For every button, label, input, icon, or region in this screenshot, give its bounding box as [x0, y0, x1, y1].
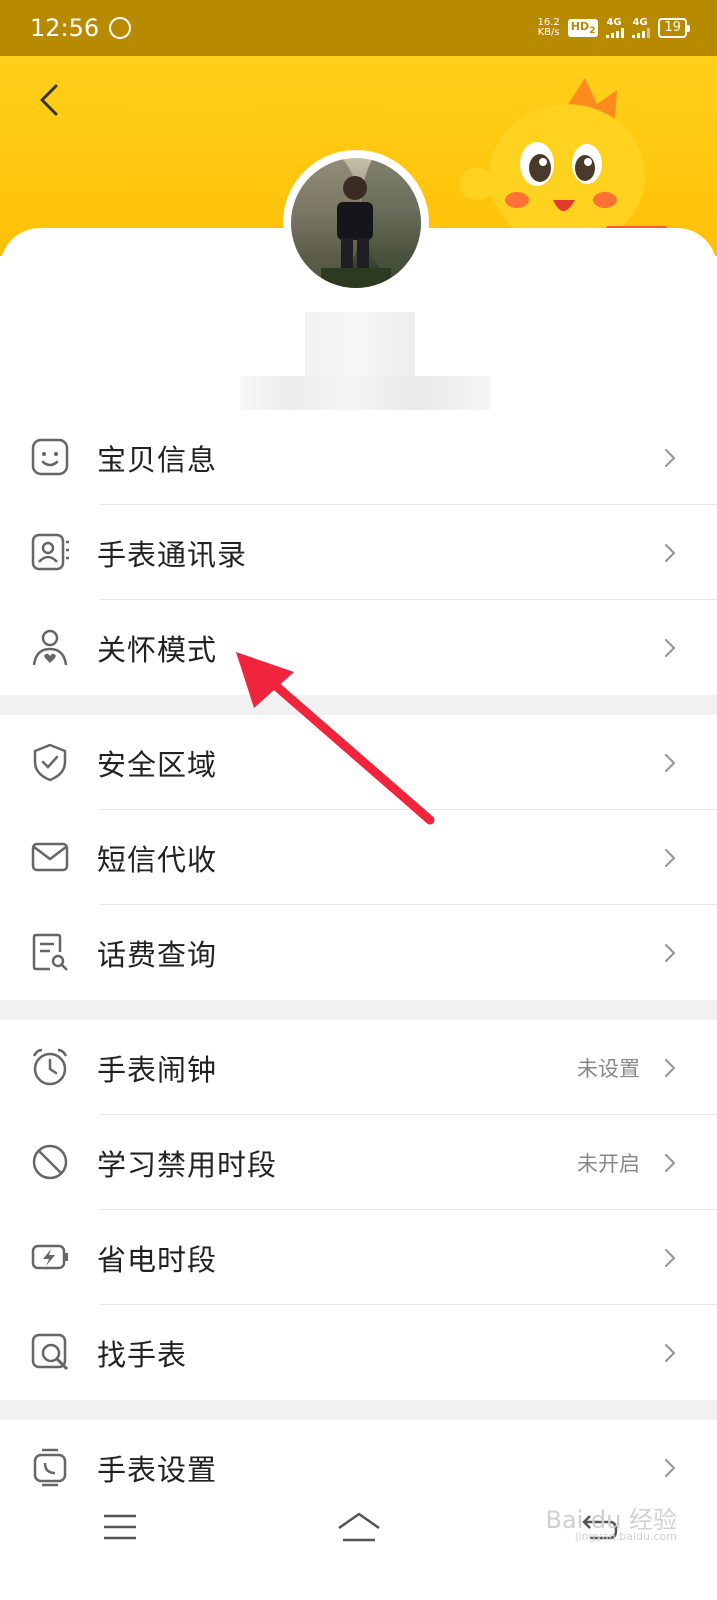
shield-check-icon [33, 743, 67, 782]
section-gap [0, 1000, 717, 1020]
menu-item-baby-info[interactable]: 宝贝信息 [0, 410, 717, 505]
menu-item-label: 省电时段 [97, 1242, 218, 1277]
status-time: 12:56 [30, 14, 100, 42]
avatar-photo [291, 158, 421, 288]
watch-settings-icon [33, 1448, 67, 1487]
menu-item-label: 安全区域 [97, 747, 218, 782]
menu-item-watch-alarm[interactable]: 手表闹钟 未设置 [0, 1020, 717, 1115]
prohibited-icon [32, 1144, 68, 1180]
menu-item-label: 宝贝信息 [97, 442, 218, 477]
contact-card-icon [31, 533, 69, 571]
chevron-right-icon [664, 543, 676, 563]
menu-item-label: 找手表 [97, 1337, 188, 1372]
status-bar: 12:56 16.2 KB/s HD2 4G 4G 19 [0, 0, 717, 56]
menu-group-profile: 宝贝信息 手表通讯录 关怀模式 [0, 410, 717, 695]
notification-face-icon [109, 17, 132, 39]
signal-bars-icon [632, 28, 651, 38]
menu-group-watch-time: 手表闹钟 未设置 学习禁用时段 未开启 省电时段 找手表 [0, 1020, 717, 1400]
menu-item-value: 未开启 [577, 1151, 640, 1176]
section-gap [0, 1400, 717, 1420]
network-speed-unit: KB/s [537, 27, 560, 38]
chevron-right-icon [664, 848, 676, 868]
chevron-right-icon [664, 1343, 676, 1363]
chevron-right-icon [664, 638, 676, 658]
signal-1-label: 4G [606, 17, 622, 28]
care-person-icon [32, 629, 68, 666]
menu-item-label: 手表设置 [97, 1452, 218, 1487]
chevron-right-icon [664, 1153, 676, 1173]
menu-item-bill-query[interactable]: 话费查询 [0, 905, 717, 1000]
menu-item-label: 关怀模式 [97, 632, 218, 667]
home-icon[interactable] [329, 1502, 389, 1552]
menu-item-watch-contacts[interactable]: 手表通讯录 [0, 505, 717, 600]
bill-search-icon [32, 933, 68, 971]
menu-item-find-watch[interactable]: 找手表 [0, 1305, 717, 1400]
battery-saver-icon [31, 1244, 68, 1270]
menu-item-safe-zone[interactable]: 安全区域 [0, 715, 717, 810]
baidu-watermark: Bai du 经验 jingyan.baidu.com [545, 1500, 677, 1543]
battery-indicator: 19 [658, 18, 690, 38]
signal-2: 4G [632, 17, 651, 38]
chevron-right-icon [664, 753, 676, 773]
child-avatar[interactable] [283, 150, 429, 296]
network-speed: 16.2 KB/s [537, 18, 559, 38]
watermark-sub: jingyan.baidu.com [575, 1530, 677, 1543]
menu-item-study-ban[interactable]: 学习禁用时段 未开启 [0, 1115, 717, 1210]
signal-2-label: 4G [632, 17, 648, 28]
chevron-right-icon [664, 943, 676, 963]
menu-item-label: 学习禁用时段 [97, 1147, 278, 1182]
menu-item-sms-proxy[interactable]: 短信代收 [0, 810, 717, 905]
menu-item-care-mode[interactable]: 关怀模式 [0, 600, 717, 695]
chevron-right-icon [664, 1248, 676, 1268]
status-indicators: 16.2 KB/s HD2 4G 4G 19 [537, 17, 690, 38]
hd-badge: HD2 [567, 18, 599, 38]
find-watch-icon [31, 1333, 69, 1371]
hd-sub: 2 [589, 25, 596, 37]
envelope-icon [31, 842, 69, 872]
child-photo-icon [291, 158, 421, 288]
chevron-right-icon [664, 448, 676, 468]
menu-item-label: 手表闹钟 [97, 1052, 218, 1087]
menu-item-label: 话费查询 [97, 937, 218, 972]
menu-group-safety: 安全区域 短信代收 话费查询 [0, 715, 717, 1000]
smiley-icon [31, 438, 69, 476]
signal-bars-icon [606, 28, 625, 38]
child-name-blurred [305, 312, 415, 376]
menu-item-label: 短信代收 [97, 842, 218, 877]
menu-item-label: 手表通讯录 [97, 537, 248, 572]
signal-1: 4G [606, 17, 625, 38]
chevron-right-icon [664, 1458, 676, 1478]
hd-label: HD [570, 19, 590, 33]
alarm-clock-icon [32, 1048, 68, 1086]
menu-item-value: 未设置 [577, 1056, 640, 1081]
menu-item-power-saving[interactable]: 省电时段 [0, 1210, 717, 1305]
chevron-right-icon [664, 1058, 676, 1078]
section-gap [0, 695, 717, 715]
back-button[interactable] [30, 78, 74, 122]
menu-icon[interactable] [90, 1502, 150, 1552]
